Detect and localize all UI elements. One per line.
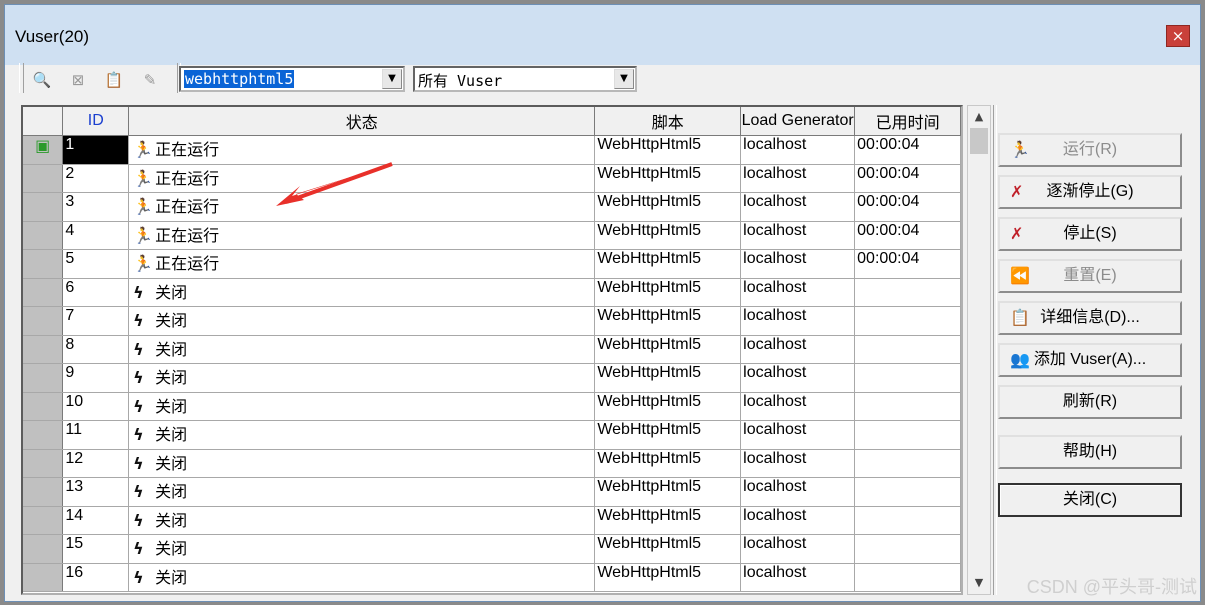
annotation-arrow-line xyxy=(285,162,393,204)
annotation-arrow xyxy=(276,162,393,206)
watermark: CSDN @平头哥-测试 xyxy=(1026,577,1197,597)
